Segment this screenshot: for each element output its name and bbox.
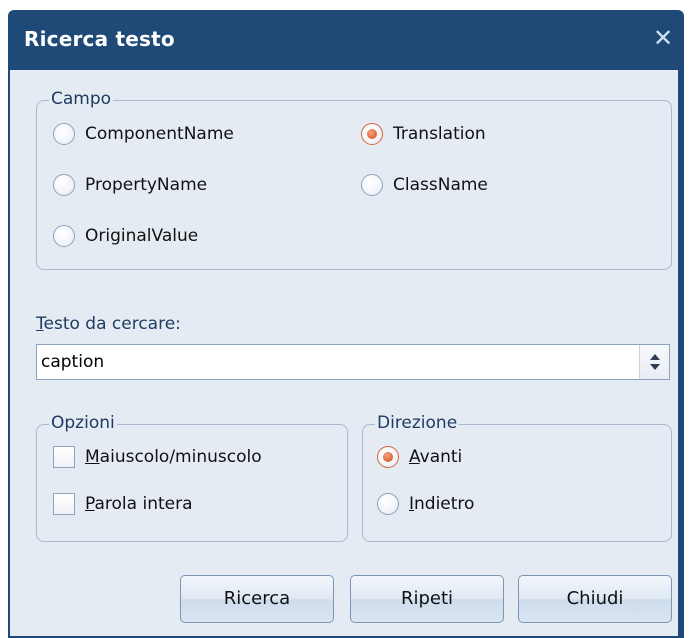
spin-down-icon[interactable] [650,364,660,370]
search-label-mnemonic: T [36,314,44,334]
search-combobox[interactable] [36,344,670,380]
search-label: Testo da cercare: [36,314,181,334]
radio-indicator-selected[interactable] [361,123,383,145]
label-rest: aiuscolo/minuscolo [99,447,262,467]
repeat-button[interactable]: Ripeti [350,575,504,623]
campo-legend: Campo [49,89,114,109]
close-icon[interactable]: ✕ [648,23,678,53]
search-input[interactable] [37,345,635,379]
radio-label: ClassName [393,175,488,195]
checkbox-label: Maiuscolo/minuscolo [85,447,262,467]
campo-group: Campo ComponentName Translation Property… [36,89,672,270]
radio-classname[interactable]: ClassName [361,174,488,196]
mnemonic-letter: M [85,447,100,467]
checkbox-case-sensitive[interactable]: Maiuscolo/minuscolo [53,446,262,468]
label-rest: ndietro [414,494,475,514]
search-button[interactable]: Ricerca [180,575,334,623]
radio-indicator-selected[interactable] [377,446,399,468]
spin-up-icon[interactable] [650,354,660,360]
opzioni-legend: Opzioni [49,413,117,433]
mnemonic-letter: A [409,447,420,467]
radio-originalvalue[interactable]: OriginalValue [53,225,198,247]
radio-label: OriginalValue [85,226,199,246]
close-button[interactable]: Chiudi [518,575,672,623]
direzione-group: Direzione Avanti Indietro [362,413,672,542]
radio-indicator[interactable] [361,174,383,196]
radio-label: Translation [393,124,486,144]
label-rest: vanti [419,447,463,467]
radio-propertyname[interactable]: PropertyName [53,174,207,196]
checkbox-indicator[interactable] [53,446,75,468]
radio-label: Indietro [409,494,474,514]
radio-indicator[interactable] [53,174,75,196]
radio-label: PropertyName [85,175,208,195]
radio-indicator[interactable] [377,493,399,515]
spin-button[interactable] [639,345,669,379]
radio-translation[interactable]: Translation [361,123,486,145]
radio-backward[interactable]: Indietro [377,493,474,515]
radio-indicator[interactable] [53,123,75,145]
radio-label: ComponentName [85,124,234,144]
title-bar[interactable]: Ricerca testo ✕ [8,10,684,70]
checkbox-whole-word[interactable]: Parola intera [53,493,193,515]
opzioni-group: Opzioni Maiuscolo/minuscolo Parola inter… [36,413,348,542]
radio-componentname[interactable]: ComponentName [53,123,234,145]
dialog-title: Ricerca testo [24,27,175,51]
radio-label: Avanti [409,447,462,467]
direzione-legend: Direzione [375,413,460,433]
checkbox-label: Parola intera [85,494,193,514]
radio-forward[interactable]: Avanti [377,446,462,468]
checkbox-indicator[interactable] [53,493,75,515]
mnemonic-letter: P [85,494,95,514]
search-label-rest: esto da cercare: [43,314,181,334]
dialog-body: Campo ComponentName Translation Property… [10,70,678,636]
label-rest: arola intera [94,494,193,514]
radio-indicator[interactable] [53,225,75,247]
search-dialog: Ricerca testo ✕ Campo ComponentName Tran… [8,10,684,638]
